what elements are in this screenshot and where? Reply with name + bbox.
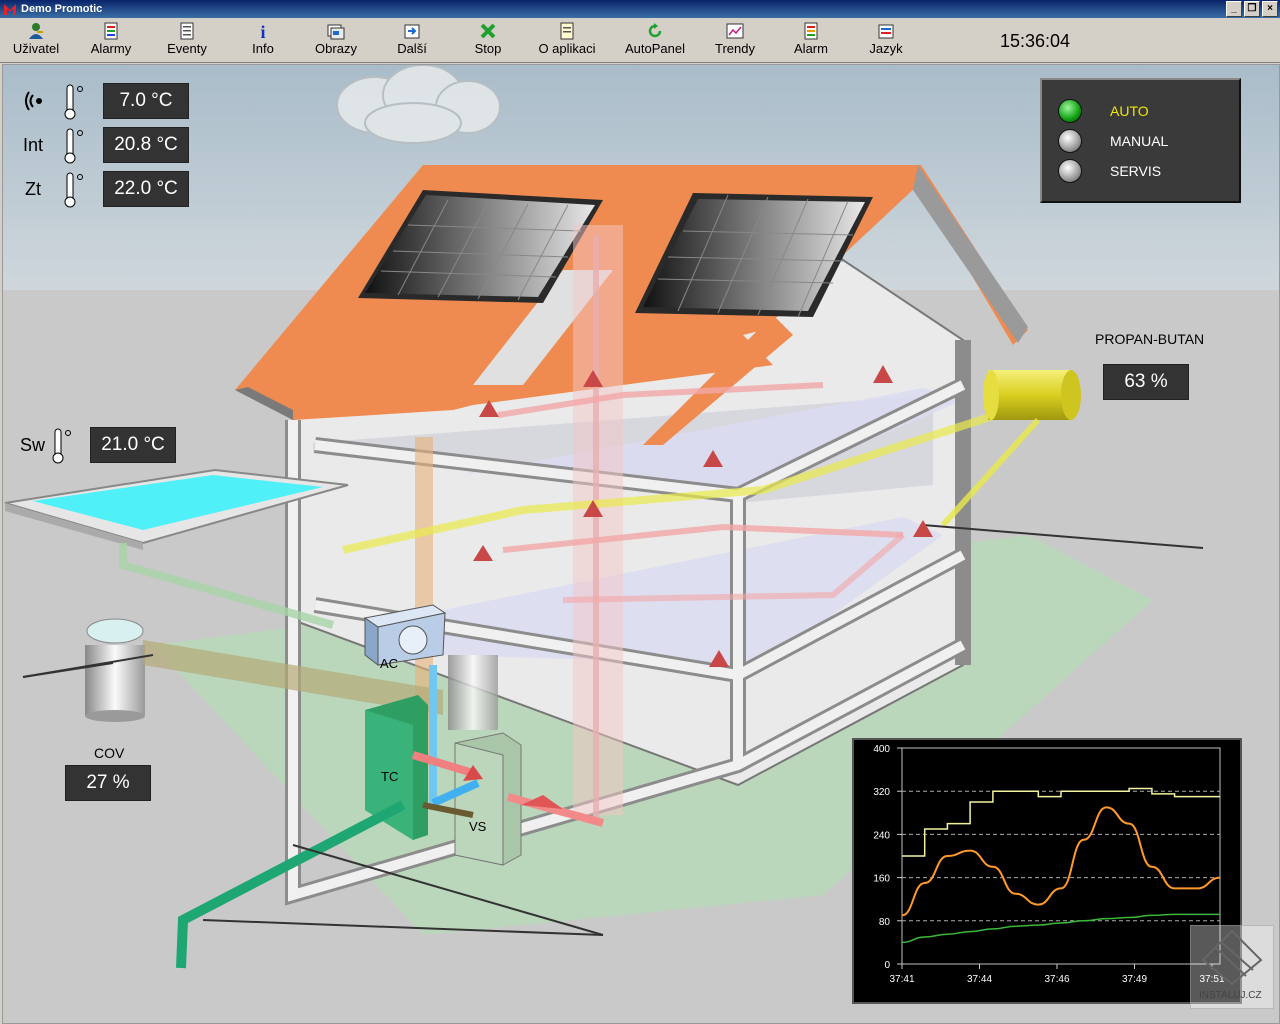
auto-indicator-led bbox=[1058, 99, 1082, 123]
info-button[interactable]: i Info bbox=[246, 22, 280, 60]
thermometer-icon bbox=[52, 428, 71, 464]
sw-temp-value: 21.0 °C bbox=[90, 427, 176, 463]
mode-servis[interactable]: SERVIS bbox=[1056, 158, 1236, 184]
mode-auto-label: AUTO bbox=[1110, 103, 1149, 119]
user-key-icon bbox=[29, 23, 43, 39]
title-bar: Demo Promotic _ ❐ × bbox=[0, 0, 1280, 18]
events-button-label: Eventy bbox=[167, 41, 207, 56]
tc-label: TC bbox=[381, 769, 399, 784]
thermometer-icon bbox=[64, 84, 83, 120]
mode-manual[interactable]: MANUAL bbox=[1056, 128, 1236, 154]
next-button-label: Další bbox=[397, 41, 427, 56]
watermark-text: INSTALUJ.CZ bbox=[1199, 990, 1262, 1001]
user-button-label: Uživatel bbox=[12, 41, 60, 56]
watermark: INSTALUJ.CZ bbox=[1190, 925, 1274, 1009]
window-title: Demo Promotic bbox=[21, 3, 103, 15]
next-screen-icon bbox=[404, 24, 420, 39]
stop-x-icon bbox=[480, 23, 496, 39]
vs-label: VS bbox=[469, 819, 487, 834]
close-button[interactable]: × bbox=[1262, 1, 1278, 17]
x-tick-label: 37:44 bbox=[967, 974, 992, 985]
trend-chart[interactable]: 0 80 160 240 320 400 37:41 37:44 37:46 37:49 37:51 bbox=[852, 738, 1242, 1004]
alarm-icon bbox=[804, 22, 818, 40]
promotic-logo-icon bbox=[4, 4, 16, 15]
mode-servis-label: SERVIS bbox=[1110, 163, 1162, 179]
gas-label: PROPAN-BUTAN bbox=[1095, 331, 1205, 347]
int-temp-value: 20.8 °C bbox=[103, 127, 189, 163]
language-icon bbox=[878, 24, 894, 39]
x-tick-label: 37:46 bbox=[1044, 974, 1069, 985]
servis-indicator-led bbox=[1058, 159, 1082, 183]
trend-chart-svg: 08016024032040037:41 37:44 37:46 37:49 37:51 bbox=[873, 744, 1225, 985]
zt-label: Zt bbox=[25, 179, 41, 199]
x-tick-label: 37:41 bbox=[889, 974, 914, 985]
y-tick-label: 160 bbox=[873, 874, 890, 885]
autopanel-button[interactable]: AutoPanel bbox=[620, 22, 690, 60]
toolbar: Uživatel Alarmy Eventy i Info Obrazy Dal… bbox=[0, 18, 1280, 63]
next-button[interactable]: Další bbox=[392, 22, 432, 60]
screens-icon bbox=[327, 24, 345, 40]
events-list-icon bbox=[180, 22, 194, 40]
refresh-icon bbox=[648, 23, 662, 38]
alarms-button[interactable]: Alarmy bbox=[86, 22, 136, 60]
zt-temp-value: 22.0 °C bbox=[103, 171, 189, 207]
cov-tank bbox=[85, 618, 145, 722]
cov-label: COV bbox=[94, 745, 125, 761]
screens-button-label: Obrazy bbox=[315, 41, 357, 56]
alarms-button-label: Alarmy bbox=[90, 41, 132, 56]
mode-manual-label: MANUAL bbox=[1110, 133, 1169, 149]
signal-icon bbox=[23, 89, 49, 118]
y-tick-label: 320 bbox=[873, 787, 890, 798]
y-tick-label: 80 bbox=[879, 917, 891, 928]
screens-button[interactable]: Obrazy bbox=[310, 22, 362, 60]
x-tick-label: 37:49 bbox=[1122, 974, 1147, 985]
about-doc-icon bbox=[560, 22, 574, 40]
alarms-list-icon bbox=[104, 22, 118, 40]
info-button-label: Info bbox=[252, 41, 274, 56]
events-button[interactable]: Eventy bbox=[162, 22, 212, 60]
language-button-label: Jazyk bbox=[869, 41, 903, 56]
minimize-button[interactable]: _ bbox=[1226, 1, 1242, 17]
sw-label: Sw bbox=[20, 435, 46, 455]
thermometer-icon bbox=[64, 128, 83, 164]
int-label: Int bbox=[23, 135, 44, 155]
ac-label: AC bbox=[380, 656, 399, 671]
trends-button[interactable]: Trendy bbox=[712, 22, 758, 60]
user-button[interactable]: Uživatel bbox=[8, 22, 64, 60]
info-icon: i bbox=[260, 22, 265, 40]
alarm-button-label: Alarm bbox=[794, 41, 828, 56]
manual-indicator-led bbox=[1058, 129, 1082, 153]
series-line-0 bbox=[902, 787, 1220, 857]
trends-button-label: Trendy bbox=[715, 41, 755, 56]
watermark-logo-icon bbox=[1201, 929, 1263, 986]
about-button[interactable]: O aplikaci bbox=[534, 22, 600, 60]
cov-level-value: 27 % bbox=[65, 765, 151, 801]
y-tick-label: 400 bbox=[873, 744, 890, 755]
y-tick-label: 0 bbox=[884, 960, 890, 971]
mode-auto[interactable]: AUTO bbox=[1056, 98, 1236, 124]
series-line-2 bbox=[901, 913, 1220, 944]
clock: 15:36:04 bbox=[1000, 31, 1071, 51]
thermometer-icon bbox=[64, 172, 83, 208]
restore-button[interactable]: ❐ bbox=[1244, 1, 1260, 17]
stop-button[interactable]: Stop bbox=[468, 22, 508, 60]
svg-text:i: i bbox=[260, 22, 265, 40]
autopanel-button-label: AutoPanel bbox=[625, 41, 685, 56]
stop-button-label: Stop bbox=[474, 41, 502, 56]
outdoor-temp-value: 7.0 °C bbox=[103, 83, 189, 119]
y-tick-label: 240 bbox=[873, 830, 890, 841]
mode-panel: AUTO MANUAL SERVIS bbox=[1040, 78, 1241, 203]
gas-level-value: 63 % bbox=[1103, 364, 1189, 400]
trend-chart-icon bbox=[726, 23, 744, 39]
about-button-label: O aplikaci bbox=[538, 41, 596, 56]
alarm-button[interactable]: Alarm bbox=[788, 22, 834, 60]
language-button[interactable]: Jazyk bbox=[864, 22, 908, 60]
